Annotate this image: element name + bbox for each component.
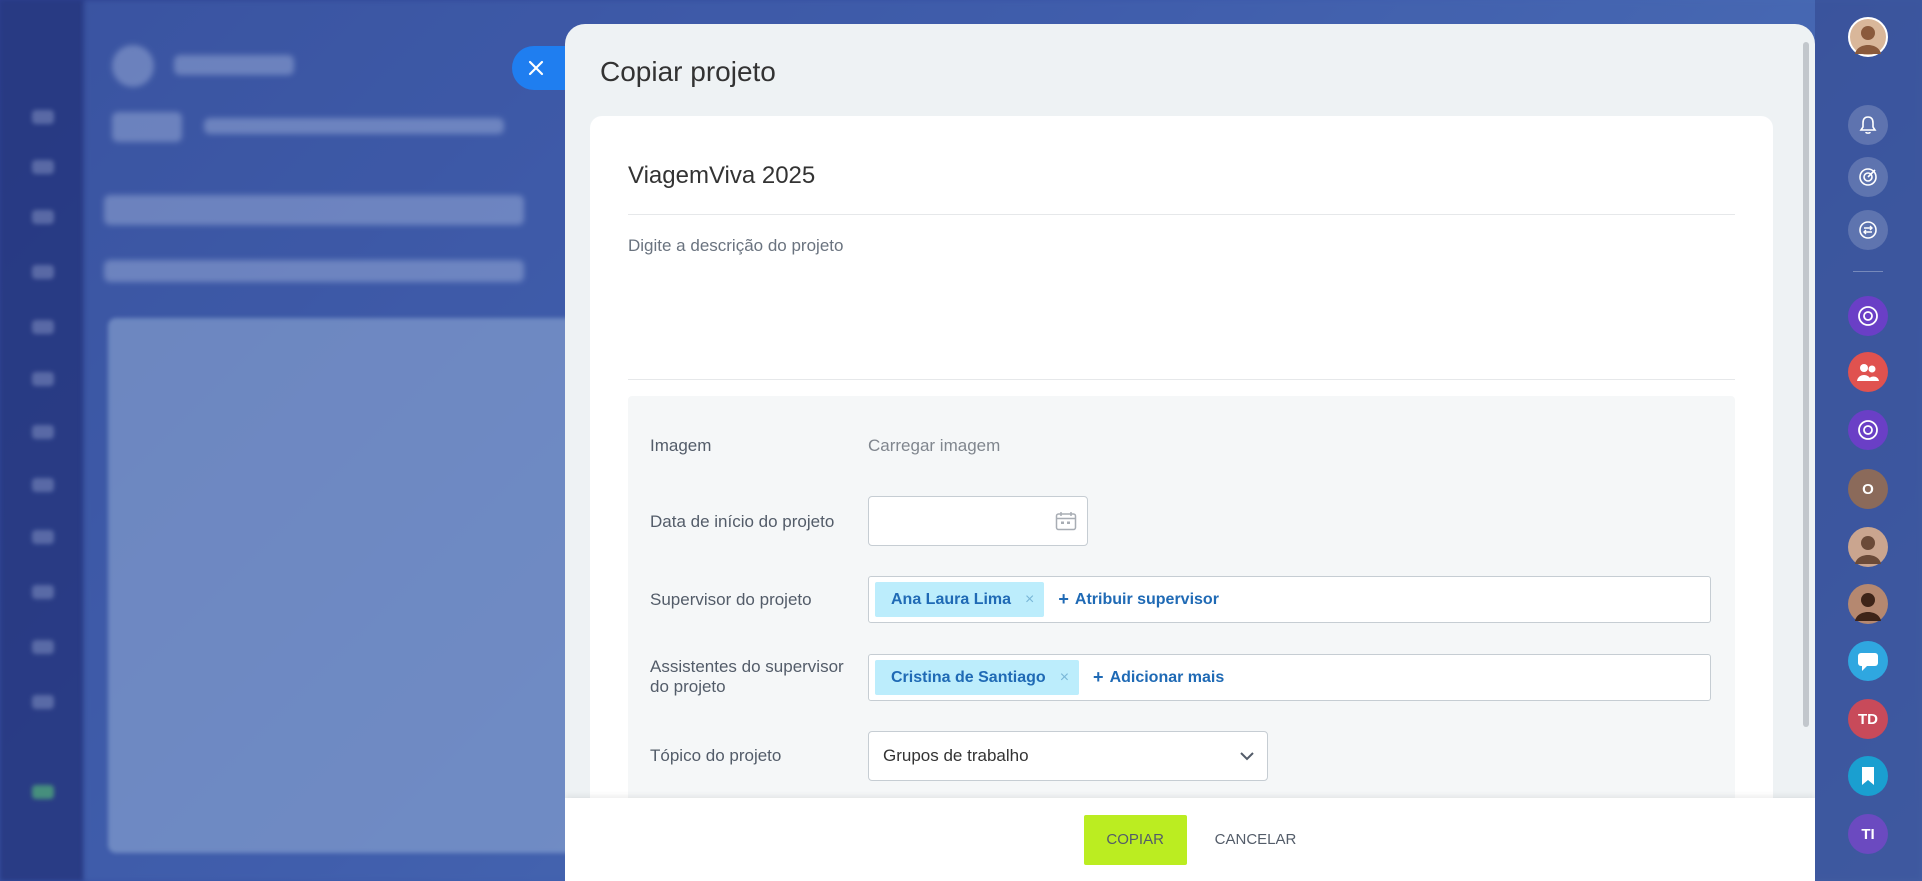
assistant-tag: Cristina de Santiago × — [875, 660, 1080, 695]
supervisor-tag: Ana Laura Lima × — [875, 582, 1045, 617]
copy-button[interactable]: COPIAR — [1083, 814, 1187, 865]
copilot-icon[interactable] — [1848, 296, 1888, 336]
user-avatar[interactable] — [1848, 17, 1888, 57]
slider-title: Copiar projeto — [600, 56, 776, 87]
assistants-row: Assistentes do supervisor do projeto Cri… — [650, 654, 1713, 702]
supervisor-row: Supervisor do projeto Ana Laura Lima × +… — [650, 576, 1713, 624]
start-date-label: Data de início do projeto — [650, 512, 835, 531]
project-settings-section: Imagem Carregar imagem Data de início do… — [628, 396, 1735, 866]
calendar-icon[interactable] — [1055, 511, 1077, 531]
group-icon[interactable] — [1848, 352, 1888, 392]
supervisor-label: Supervisor do projeto — [650, 590, 812, 609]
avatar-initials[interactable]: TD — [1848, 699, 1888, 739]
slider-footer: COPIAR CANCELAR — [565, 798, 1815, 881]
supervisor-tag-name: Ana Laura Lima — [891, 590, 1012, 608]
image-row: Imagem Carregar imagem — [650, 434, 1713, 460]
assistant-tag-name: Cristina de Santiago — [891, 668, 1046, 686]
upload-image-link[interactable]: Carregar imagem — [868, 436, 1000, 456]
project-form-card: ViagemViva 2025 Digite a descrição do pr… — [590, 116, 1773, 866]
assistants-selector[interactable]: Cristina de Santiago × + Adicionar mais — [868, 654, 1711, 701]
start-date-input[interactable] — [868, 496, 1088, 546]
avatar-initials[interactable]: TI — [1848, 814, 1888, 854]
plus-icon: + — [1058, 589, 1069, 609]
topic-row: Tópico do projeto Grupos de trabalho — [650, 731, 1713, 781]
plus-icon: + — [1093, 667, 1104, 687]
chat-icon[interactable] — [1848, 641, 1888, 681]
remove-tag-icon[interactable]: × — [1025, 591, 1034, 609]
assign-supervisor-link[interactable]: + Atribuir supervisor — [1058, 589, 1219, 610]
chevron-down-icon — [1240, 752, 1254, 761]
avatar-initials[interactable]: O — [1848, 469, 1888, 509]
cancel-button[interactable]: CANCELAR — [1203, 815, 1309, 865]
close-icon — [528, 60, 544, 76]
add-more-assistants-link[interactable]: + Adicionar mais — [1093, 667, 1224, 688]
scrollbar[interactable] — [1803, 42, 1809, 727]
divider — [628, 379, 1735, 380]
supervisor-selector[interactable]: Ana Laura Lima × + Atribuir supervisor — [868, 576, 1711, 623]
copilot-icon[interactable] — [1848, 410, 1888, 450]
user-avatar[interactable] — [1848, 584, 1888, 624]
bell-icon[interactable] — [1848, 105, 1888, 145]
topic-label: Tópico do projeto — [650, 746, 782, 765]
sync-icon[interactable] — [1848, 210, 1888, 250]
topic-select-value: Grupos de trabalho — [883, 746, 1029, 765]
image-label: Imagem — [650, 436, 712, 455]
divider — [628, 214, 1735, 215]
project-name-input[interactable]: ViagemViva 2025 — [628, 162, 815, 190]
user-avatar[interactable] — [1848, 527, 1888, 567]
assistants-label: Assistentes do supervisor do projeto — [650, 657, 844, 696]
background-left-menu — [0, 0, 84, 881]
copy-project-slider: Copiar projeto ViagemViva 2025 Digite a … — [565, 24, 1815, 881]
bookmark-icon[interactable] — [1848, 756, 1888, 796]
remove-tag-icon[interactable]: × — [1060, 669, 1069, 687]
topic-select[interactable]: Grupos de trabalho — [868, 731, 1268, 781]
start-date-row: Data de início do projeto — [650, 496, 1713, 548]
close-slider-button[interactable] — [512, 46, 572, 90]
right-sidebar: O TD TI — [1815, 0, 1922, 881]
target-icon[interactable] — [1848, 157, 1888, 197]
background-panel — [108, 318, 598, 853]
project-description-input[interactable]: Digite a descrição do projeto — [628, 236, 843, 256]
divider — [1853, 271, 1883, 272]
